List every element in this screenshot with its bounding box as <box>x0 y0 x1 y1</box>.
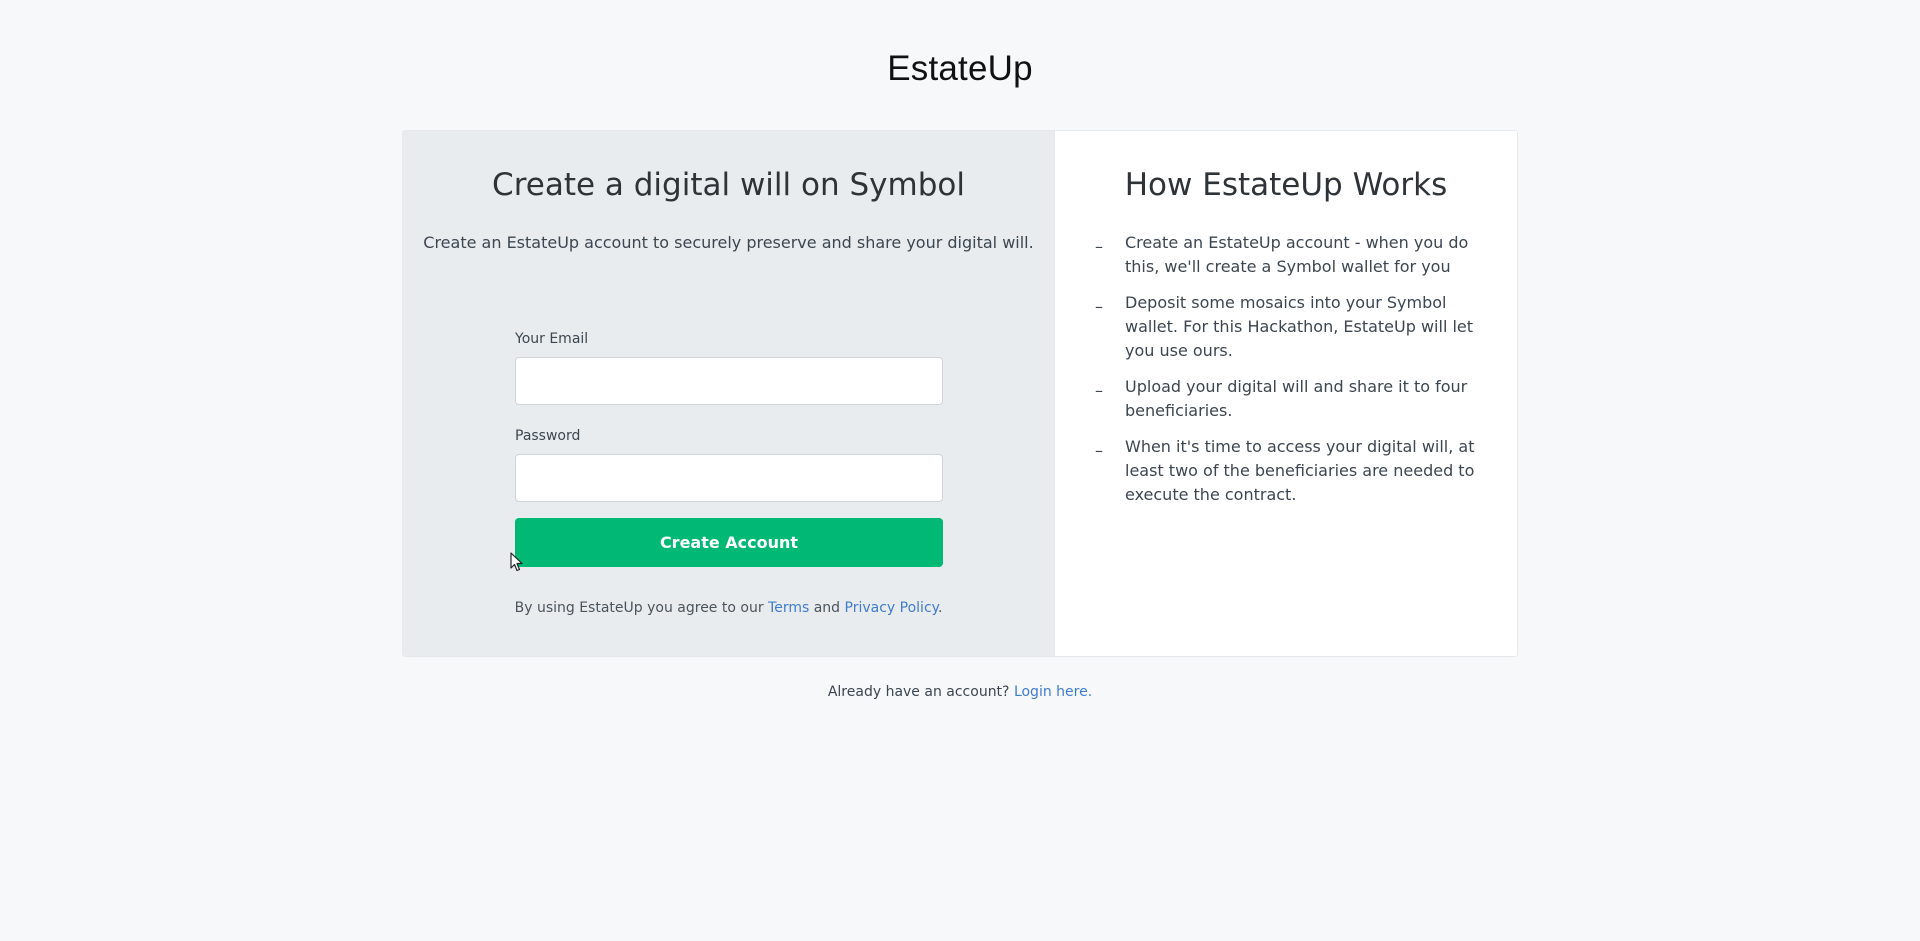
create-account-button[interactable]: Create Account <box>515 518 943 567</box>
signup-heading: Create a digital will on Symbol <box>492 167 965 203</box>
mouse-cursor-icon <box>510 552 523 572</box>
login-prompt-text: Already have an account? <box>827 684 1010 700</box>
list-item: – Deposit some mosaics into your Symbol … <box>1091 291 1491 363</box>
step-text: Deposit some mosaics into your Symbol wa… <box>1125 293 1474 360</box>
step-text: Upload your digital will and share it to… <box>1125 377 1468 420</box>
dash-icon: – <box>1095 297 1103 316</box>
terms-notice: By using EstateUp you agree to our Terms… <box>403 600 1054 616</box>
terms-link[interactable]: Terms <box>768 600 809 616</box>
how-it-works-heading: How EstateUp Works <box>1124 167 1448 203</box>
step-text: Create an EstateUp account - when you do… <box>1125 233 1469 276</box>
signup-panel: Create a digital will on Symbol Create a… <box>403 131 1054 656</box>
step-text: When it's time to access your digital wi… <box>1125 437 1475 504</box>
terms-prefix: By using EstateUp you agree to our <box>514 600 764 616</box>
list-item: – Upload your digital will and share it … <box>1091 375 1491 423</box>
signup-form: Your Email Password Create Account <box>515 331 943 567</box>
privacy-policy-link[interactable]: Privacy Policy <box>845 600 938 616</box>
brand-title: EstateUp <box>887 49 1033 88</box>
email-label: Your Email <box>515 331 589 347</box>
password-label: Password <box>515 428 581 444</box>
signup-subheading: Create an EstateUp account to securely p… <box>423 233 1034 252</box>
dash-icon: – <box>1095 381 1103 400</box>
steps-list: – Create an EstateUp account - when you … <box>1091 231 1491 519</box>
signup-card: Create a digital will on Symbol Create a… <box>402 130 1518 657</box>
terms-suffix: . <box>937 600 943 616</box>
password-input[interactable] <box>515 454 943 502</box>
terms-and: and <box>813 600 841 616</box>
email-group: Your Email <box>515 331 943 405</box>
list-item: – When it's time to access your digital … <box>1091 435 1491 507</box>
dash-icon: – <box>1095 441 1103 460</box>
password-group: Password <box>515 428 943 502</box>
login-link[interactable]: Login here. <box>1014 684 1092 700</box>
how-it-works-panel: How EstateUp Works – Create an EstateUp … <box>1054 131 1517 656</box>
email-input[interactable] <box>515 357 943 405</box>
login-prompt: Already have an account? Login here. <box>0 684 1920 700</box>
dash-icon: – <box>1095 237 1103 256</box>
list-item: – Create an EstateUp account - when you … <box>1091 231 1491 279</box>
